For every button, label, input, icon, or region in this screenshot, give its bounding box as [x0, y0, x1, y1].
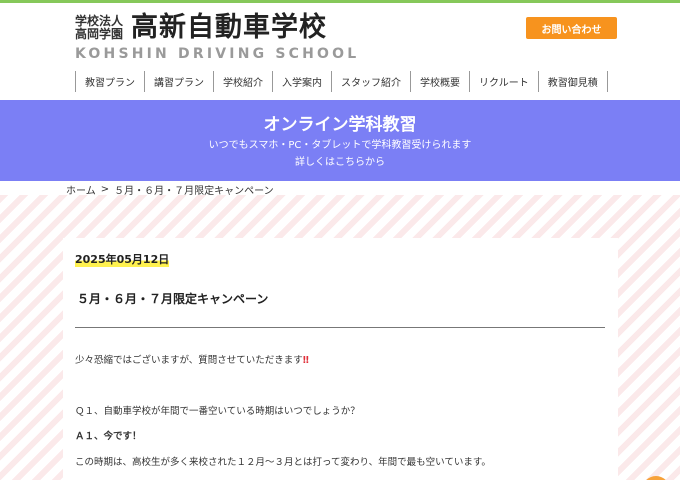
contact-button[interactable]: お問い合わせ: [526, 17, 617, 39]
title-divider: [75, 327, 605, 328]
banner-title: オンライン学科教習: [263, 115, 417, 135]
nav-item-admission[interactable]: 入学案内: [272, 71, 331, 92]
nav-item-recruit[interactable]: リクルート: [469, 71, 538, 92]
site-header: 学校法人 高岡学園 高新自動車学校 KOHSHIN DRIVING SCHOOL…: [0, 3, 680, 100]
nav-item-staff[interactable]: スタッフ紹介: [331, 71, 410, 92]
breadcrumb-separator: >: [100, 184, 110, 195]
main-nav: 教習プラン 講習プラン 学校紹介 入学案内 スタッフ紹介 学校概要 リクルート …: [75, 71, 608, 92]
logo-school-name: 高新自動車学校: [131, 12, 328, 43]
article-card: 2025年05月12日 ５月・６月・７月限定キャンペーン 少々恐縮ではございます…: [63, 238, 618, 480]
article-answer-1: Ａ１、今です！: [75, 431, 142, 442]
banner-line1: いつでもスマホ・PC・タブレットで学科教習受けられます: [208, 140, 472, 151]
nav-item-lecture-plan[interactable]: 講習プラン: [144, 71, 213, 92]
nav-item-estimate[interactable]: 教習御見積: [537, 71, 608, 92]
logo-corp-line2: 高岡学園: [75, 27, 124, 41]
nav-item-school-intro[interactable]: 学校紹介: [213, 71, 272, 92]
article-paragraph-1: 少々恐縮ではございますが、質問させていただきます‼: [75, 352, 309, 366]
banner-line2: 詳しくはこちらから: [295, 157, 385, 168]
nav-item-course-plan[interactable]: 教習プラン: [75, 71, 144, 92]
article-date: 2025年05月12日: [75, 251, 170, 267]
exclamation-icon: ‼: [302, 355, 309, 366]
article-title: ５月・６月・７月限定キャンペーン: [77, 292, 269, 306]
nav-item-overview[interactable]: 学校概要: [410, 71, 469, 92]
article-paragraph-4: この時期は、高校生が多く来校された１２月～３月とは打って変わり、年間で最も空いて…: [75, 457, 491, 468]
paragraph-1-text: 少々恐縮ではございますが、質問させていただきます: [75, 355, 303, 366]
site-logo[interactable]: 学校法人 高岡学園 高新自動車学校 KOHSHIN DRIVING SCHOOL: [75, 12, 360, 63]
article-question-1: Ｑ１、自動車学校が年間で一番空いている時期はいつでしょうか？: [75, 406, 360, 417]
online-course-banner[interactable]: オンライン学科教習 いつでもスマホ・PC・タブレットで学科教習受けられます 詳し…: [0, 100, 680, 181]
logo-school-name-en: KOHSHIN DRIVING SCHOOL: [75, 46, 360, 62]
